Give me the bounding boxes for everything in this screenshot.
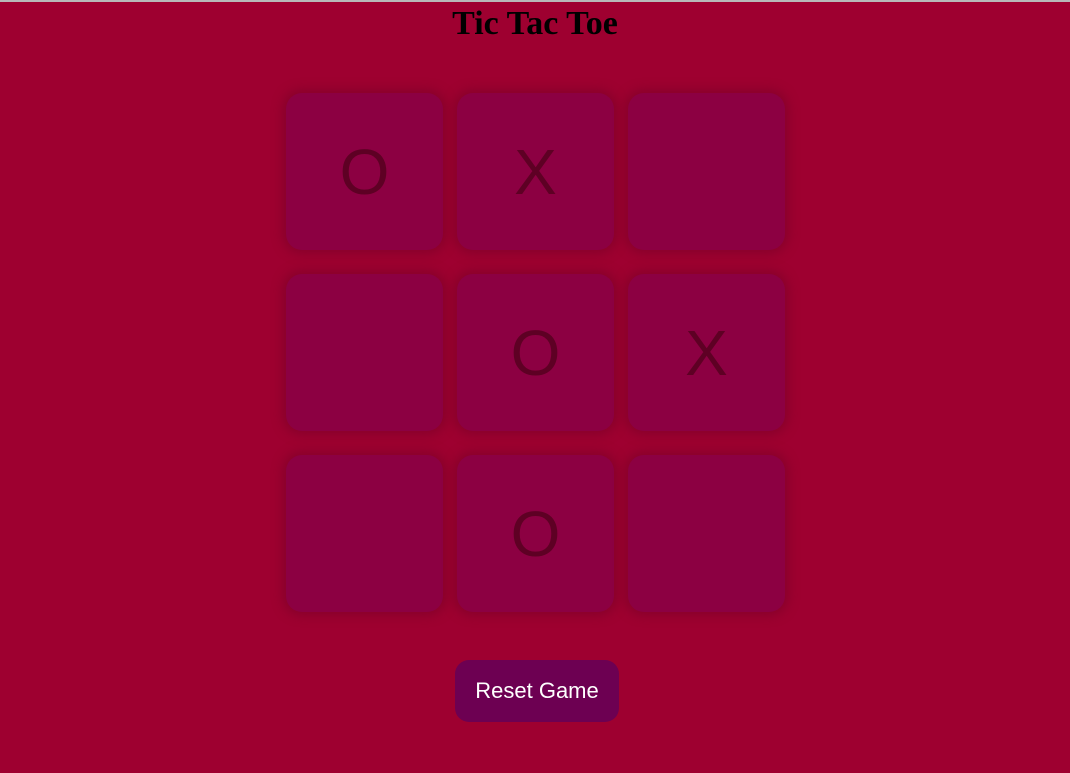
board-cell-8[interactable]: O <box>457 455 614 612</box>
board-cell-4[interactable] <box>286 274 443 431</box>
reset-game-button[interactable]: Reset Game <box>455 660 619 722</box>
board-cell-3[interactable] <box>628 93 785 250</box>
board-cell-2[interactable]: X <box>457 93 614 250</box>
board-cell-9[interactable] <box>628 455 785 612</box>
board-cell-1[interactable]: O <box>286 93 443 250</box>
board-cell-7[interactable] <box>286 455 443 612</box>
window-top-border <box>0 0 1070 2</box>
board-cell-5[interactable]: O <box>457 274 614 431</box>
page-title: Tic Tac Toe <box>452 5 618 42</box>
board-cell-6[interactable]: X <box>628 274 785 431</box>
game-board: O X O X O <box>286 93 786 612</box>
